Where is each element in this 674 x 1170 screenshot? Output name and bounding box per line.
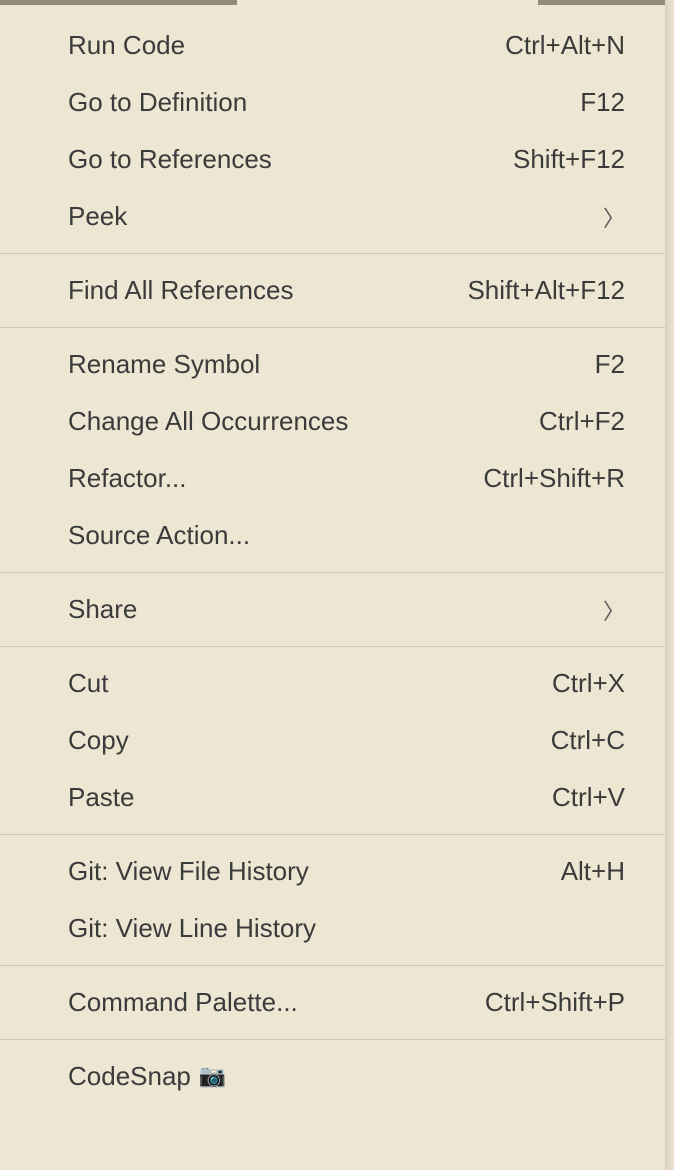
camera-icon: 📷 — [199, 1063, 226, 1089]
menu-item-shortcut: Alt+H — [561, 856, 625, 887]
menu-item-peek[interactable]: Peek 〉 — [0, 188, 665, 245]
chevron-right-icon: 〉 — [603, 201, 625, 233]
menu-item-codesnap[interactable]: CodeSnap📷 — [0, 1048, 665, 1105]
menu-separator — [0, 572, 665, 573]
menu-item-shortcut: Shift+Alt+F12 — [467, 275, 625, 306]
menu-item-rename-symbol[interactable]: Rename SymbolF2 — [0, 336, 665, 393]
tab-segment — [0, 0, 237, 5]
menu-item-share[interactable]: Share 〉 — [0, 581, 665, 638]
menu-item-label: Paste — [68, 782, 552, 813]
chevron-right-icon: 〉 — [603, 594, 625, 626]
menu-item-label: Git: View Line History — [68, 913, 625, 944]
menu-item-shortcut: Shift+F12 — [513, 144, 625, 175]
menu-item-shortcut: F12 — [580, 87, 625, 118]
menu-item-label: Git: View File History — [68, 856, 561, 887]
menu-separator — [0, 327, 665, 328]
menu-item-go-to-references[interactable]: Go to ReferencesShift+F12 — [0, 131, 665, 188]
menu-item-git-view-file-history[interactable]: Git: View File HistoryAlt+H — [0, 843, 665, 900]
menu-item-run-code[interactable]: Run CodeCtrl+Alt+N — [0, 17, 665, 74]
context-menu: Run CodeCtrl+Alt+NGo to DefinitionF12Go … — [0, 0, 665, 1170]
menu-item-cut[interactable]: CutCtrl+X — [0, 655, 665, 712]
menu-item-label: Source Action... — [68, 520, 625, 551]
menu-separator — [0, 646, 665, 647]
menu-item-refactor[interactable]: Refactor...Ctrl+Shift+R — [0, 450, 665, 507]
menu-item-label: CodeSnap📷 — [68, 1061, 625, 1092]
menu-item-go-to-definition[interactable]: Go to DefinitionF12 — [0, 74, 665, 131]
menu-item-find-all-references[interactable]: Find All ReferencesShift+Alt+F12 — [0, 262, 665, 319]
menu-item-change-all-occurrences[interactable]: Change All OccurrencesCtrl+F2 — [0, 393, 665, 450]
menu-item-label: Find All References — [68, 275, 467, 306]
menu-item-label: Run Code — [68, 30, 505, 61]
tab-bar — [0, 0, 665, 5]
menu-separator — [0, 834, 665, 835]
menu-item-label: Refactor... — [68, 463, 483, 494]
menu-item-label: Rename Symbol — [68, 349, 595, 380]
menu-item-label: Change All Occurrences — [68, 406, 539, 437]
menu-item-copy[interactable]: CopyCtrl+C — [0, 712, 665, 769]
menu-item-shortcut: Ctrl+Alt+N — [505, 30, 625, 61]
menu-item-label: Copy — [68, 725, 551, 756]
menu-item-shortcut: Ctrl+C — [551, 725, 625, 756]
menu-item-label: Peek — [68, 201, 595, 232]
tab-segment — [237, 0, 538, 5]
menu-separator — [0, 965, 665, 966]
menu-item-shortcut: Ctrl+F2 — [539, 406, 625, 437]
menu-item-shortcut: Ctrl+V — [552, 782, 625, 813]
menu-item-paste[interactable]: PasteCtrl+V — [0, 769, 665, 826]
menu-item-command-palette[interactable]: Command Palette...Ctrl+Shift+P — [0, 974, 665, 1031]
menu-item-git-view-line-history[interactable]: Git: View Line History — [0, 900, 665, 957]
menu-content: Run CodeCtrl+Alt+NGo to DefinitionF12Go … — [0, 5, 665, 1105]
menu-item-shortcut: Ctrl+Shift+P — [485, 987, 625, 1018]
menu-item-shortcut: Ctrl+X — [552, 668, 625, 699]
tab-segment — [538, 0, 665, 5]
menu-item-label: Share — [68, 594, 595, 625]
menu-item-label: Cut — [68, 668, 552, 699]
menu-item-label: Go to References — [68, 144, 513, 175]
menu-separator — [0, 1039, 665, 1040]
menu-item-source-action[interactable]: Source Action... — [0, 507, 665, 564]
menu-item-shortcut: Ctrl+Shift+R — [483, 463, 625, 494]
menu-item-label: Go to Definition — [68, 87, 580, 118]
menu-separator — [0, 253, 665, 254]
menu-item-shortcut: F2 — [595, 349, 625, 380]
menu-item-label: Command Palette... — [68, 987, 485, 1018]
